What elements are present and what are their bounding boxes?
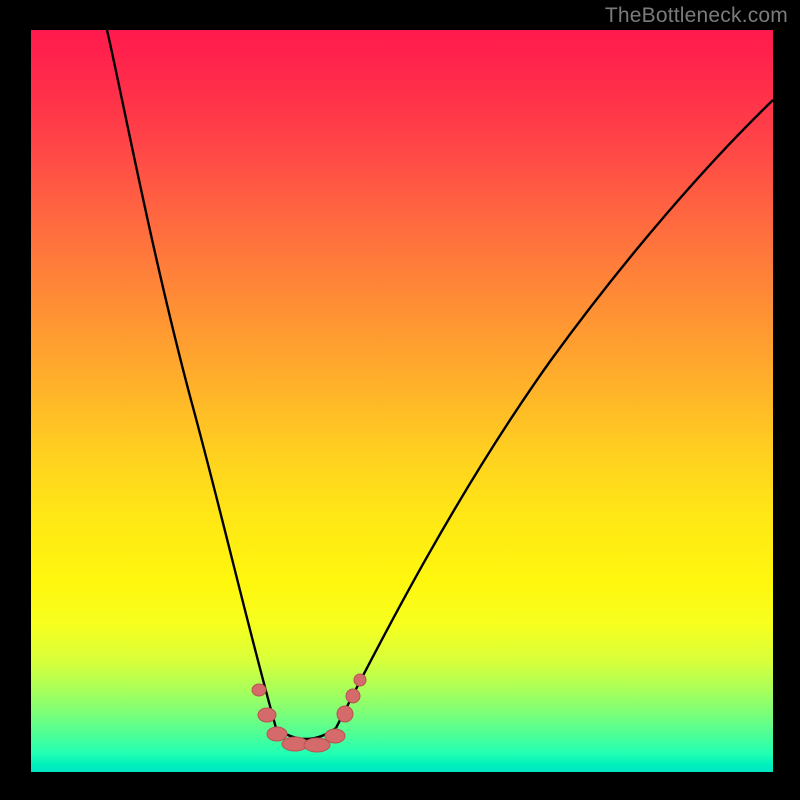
data-marker bbox=[258, 708, 276, 722]
data-marker bbox=[304, 738, 330, 752]
data-marker bbox=[337, 706, 353, 722]
data-marker bbox=[354, 674, 366, 686]
data-marker bbox=[325, 729, 345, 743]
curve-right-arm bbox=[336, 100, 773, 728]
chart-area bbox=[29, 28, 775, 774]
data-marker bbox=[346, 689, 360, 703]
data-marker bbox=[267, 727, 287, 741]
curve-left-arm bbox=[107, 30, 276, 728]
data-markers bbox=[252, 674, 366, 752]
chart-svg bbox=[31, 30, 773, 772]
data-marker bbox=[252, 684, 266, 696]
watermark-text: TheBottleneck.com bbox=[605, 4, 788, 28]
